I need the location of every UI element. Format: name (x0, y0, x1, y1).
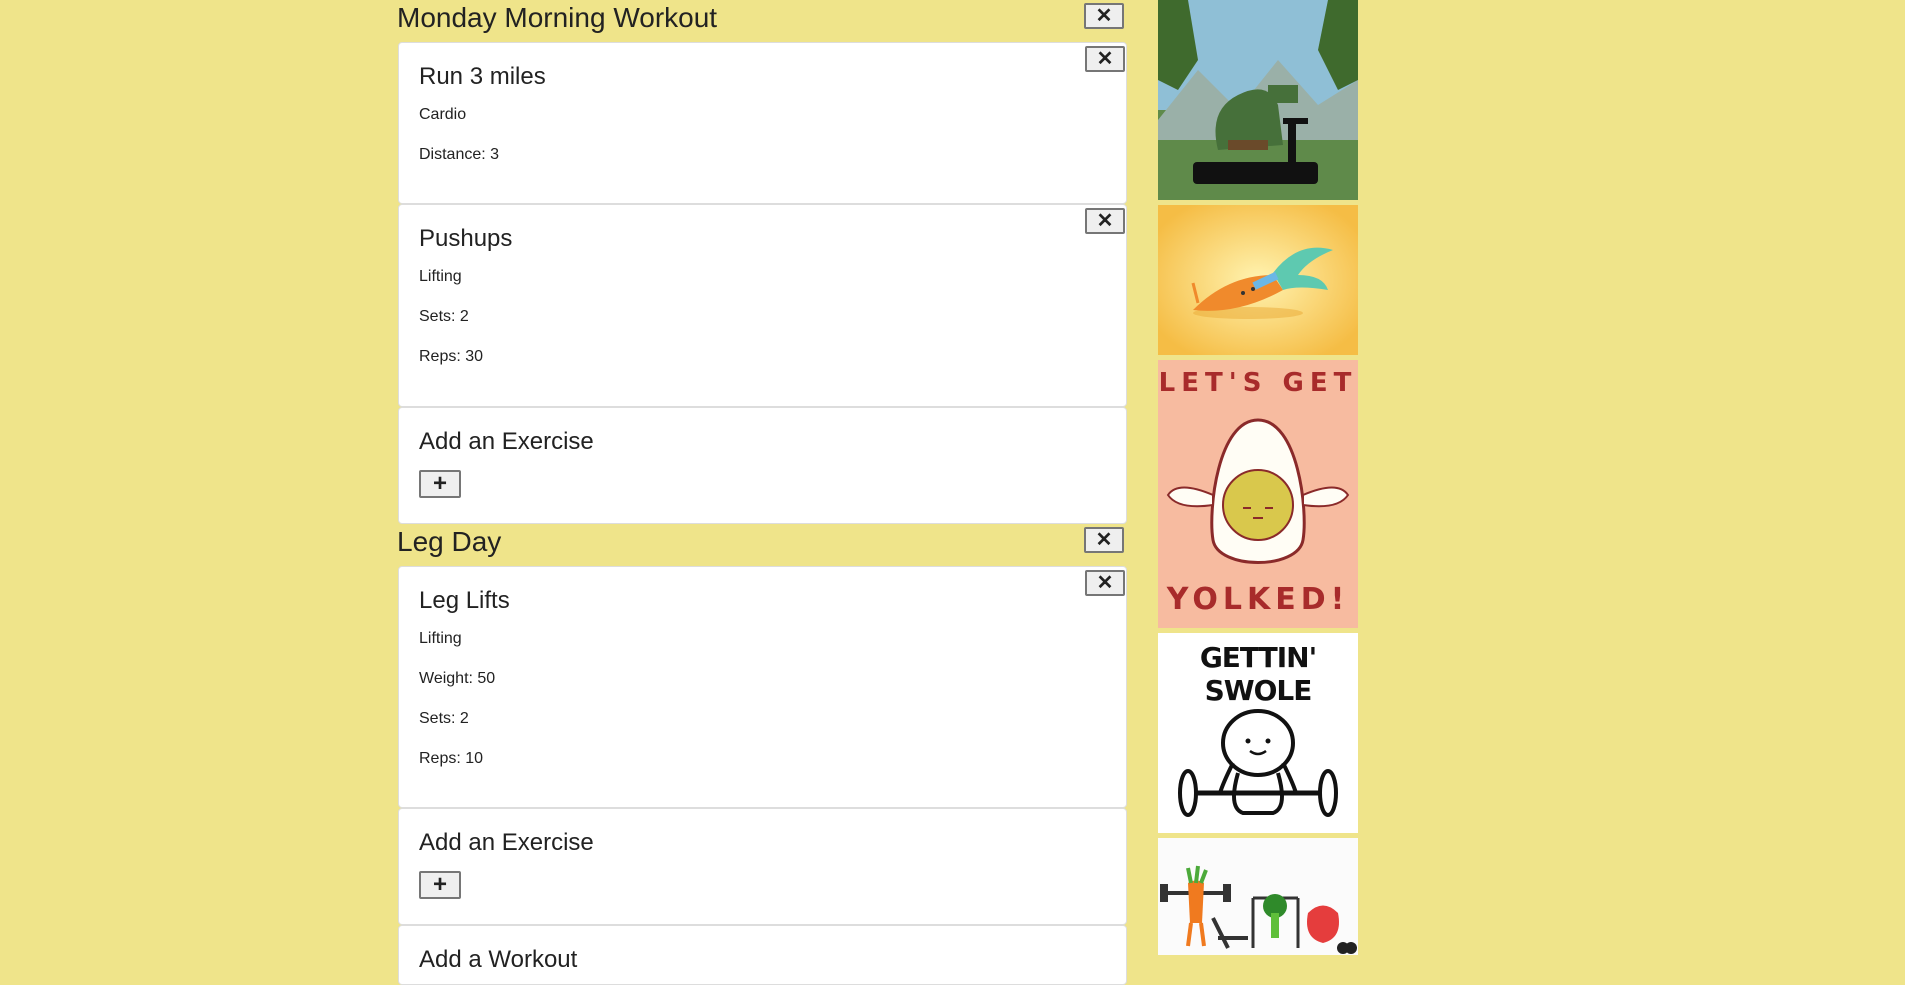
delete-exercise-button[interactable]: ✕ (1085, 208, 1125, 234)
add-exercise-button[interactable]: + (419, 871, 461, 899)
exercise-detail: Distance: 3 (419, 146, 500, 163)
gettin-swole-gif: GETTIN' SWOLE (1158, 633, 1358, 833)
dinosaur-treadmill-gif (1158, 0, 1358, 200)
add-exercise-button[interactable]: + (419, 470, 461, 498)
add-workout-card: Add a Workout (398, 925, 1127, 985)
exercise-detail: Sets: 2 (419, 308, 469, 325)
carrot-stretching-gif (1158, 205, 1358, 355)
veggies-gym-gif (1158, 838, 1358, 955)
exercise-name: Pushups (419, 225, 513, 252)
add-exercise-heading: Add an Exercise (419, 829, 594, 856)
exercise-detail: Reps: 30 (419, 348, 484, 365)
delete-workout-button[interactable]: ✕ (1084, 3, 1124, 29)
exercise-card: ✕ Run 3 miles Cardio Distance: 3 (398, 42, 1127, 204)
exercise-name: Run 3 miles (419, 63, 546, 90)
add-exercise-card: Add an Exercise + (398, 407, 1127, 524)
delete-workout-button[interactable]: ✕ (1084, 527, 1124, 553)
delete-exercise-button[interactable]: ✕ (1085, 46, 1125, 72)
yolked-top-text: LET'S GET (1158, 368, 1358, 398)
exercise-detail: Weight: 50 (419, 670, 496, 687)
exercise-type: Lifting (419, 630, 462, 647)
exercise-type: Lifting (419, 268, 462, 285)
yolked-bottom-text: YOLKED! (1166, 582, 1350, 617)
workout-title: Leg Day (397, 526, 502, 557)
lets-get-yolked-egg-gif: LET'S GET YOLKED! (1158, 360, 1358, 628)
add-exercise-card: Add an Exercise + (398, 808, 1127, 925)
exercise-card: ✕ Pushups Lifting Sets: 2 Reps: 30 (398, 204, 1127, 407)
exercise-card: ✕ Leg Lifts Lifting Weight: 50 Sets: 2 R… (398, 566, 1127, 808)
exercise-name: Leg Lifts (419, 587, 510, 614)
delete-exercise-button[interactable]: ✕ (1085, 570, 1125, 596)
workout-title: Monday Morning Workout (397, 2, 718, 33)
exercise-detail: Reps: 10 (419, 750, 484, 767)
exercise-detail: Sets: 2 (419, 710, 469, 727)
add-exercise-heading: Add an Exercise (419, 428, 594, 455)
exercise-type: Cardio (419, 106, 467, 123)
add-workout-heading: Add a Workout (419, 946, 578, 973)
